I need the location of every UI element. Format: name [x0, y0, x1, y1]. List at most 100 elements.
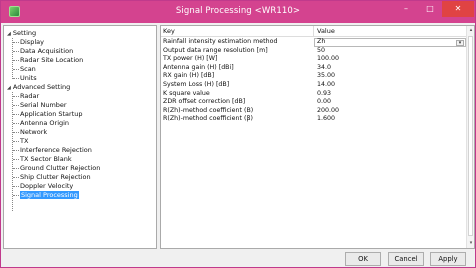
cancel-button[interactable]: Cancel: [388, 252, 424, 266]
tree-connector: [12, 92, 13, 211]
tree-connector: [13, 69, 19, 70]
tree-node-serial-number[interactable]: Serial Number: [20, 101, 67, 110]
tree-connector: [13, 177, 19, 178]
property-grid: Key Value Rainfall intensity estimation …: [160, 25, 475, 249]
tree-node-label: Units: [20, 74, 37, 82]
property-row[interactable]: TX power (H) [W] 100.00: [161, 55, 467, 64]
tree-node-ground-clutter-rejection[interactable]: Ground Clutter Rejection: [20, 164, 100, 173]
tree-connector: [13, 123, 19, 124]
tree-connector: [13, 105, 19, 106]
tree-node-scan[interactable]: Scan: [20, 65, 36, 74]
tree-connector: [13, 42, 19, 43]
column-divider[interactable]: [313, 26, 314, 37]
tree-node-label: Serial Number: [20, 101, 67, 109]
signal-processing-window: Signal Processing <WR110> – □ ✕ ◢ Setting…: [0, 0, 476, 268]
scroll-down-icon[interactable]: ▾: [467, 240, 474, 246]
dropdown-arrow-icon[interactable]: ▾: [456, 40, 464, 46]
collapse-arrow-icon[interactable]: ◢: [7, 31, 11, 37]
tree-node-label: Advanced Setting: [12, 83, 71, 91]
property-row[interactable]: R(Zh)-method coefficient (β) 1.600: [161, 115, 467, 124]
property-key: R(Zh)-method coefficient (β): [163, 115, 253, 123]
tree-node-display[interactable]: Display: [20, 38, 44, 47]
close-button[interactable]: ✕: [442, 1, 474, 17]
property-value[interactable]: Zh: [317, 38, 325, 47]
tree-node-label: Radar Site Location: [20, 56, 84, 64]
property-value[interactable]: 100.00: [317, 55, 339, 64]
tree-connector: [13, 60, 19, 61]
tree-node-signal-processing[interactable]: Signal Processing: [20, 191, 79, 200]
vertical-scrollbar[interactable]: ▴ ▾: [466, 26, 474, 248]
tree-node-label: Application Startup: [20, 110, 83, 118]
tree-node-radar-site-location[interactable]: Radar Site Location: [20, 56, 83, 65]
property-key: Antenna gain (H) [dBi]: [163, 63, 234, 71]
tree-connector: [12, 38, 13, 79]
tree-node-units[interactable]: Units: [20, 74, 37, 83]
property-value[interactable]: 200.00: [317, 107, 339, 116]
property-key: ZDR offset correction [dB]: [163, 98, 246, 106]
tree-node-interference-rejection[interactable]: Interference Rejection: [20, 146, 92, 155]
column-header-key[interactable]: Key: [163, 27, 175, 35]
tree-node-label: TX: [20, 137, 29, 145]
property-value[interactable]: 0.00: [317, 98, 331, 107]
tree-node-doppler-velocity[interactable]: Doppler Velocity: [20, 182, 73, 191]
minimize-button[interactable]: –: [394, 1, 418, 17]
tree-node-network[interactable]: Network: [20, 128, 47, 137]
tree-node-tx[interactable]: TX: [20, 137, 28, 146]
property-value[interactable]: 1.600: [317, 115, 335, 124]
tree-node-label: Scan: [20, 65, 36, 73]
tree-node-label: Data Acquisition: [20, 47, 74, 55]
scroll-thumb[interactable]: [468, 36, 473, 236]
tree-node-label: Network: [20, 128, 48, 136]
property-row[interactable]: Output data range resolution [m] 50: [161, 47, 467, 56]
property-key: TX power (H) [W]: [163, 55, 218, 63]
column-header-value[interactable]: Value: [317, 27, 335, 35]
tree-connector: [13, 150, 19, 151]
ok-button[interactable]: OK: [345, 252, 381, 266]
property-value[interactable]: 14.00: [317, 81, 335, 90]
collapse-arrow-icon[interactable]: ◢: [7, 85, 11, 91]
scroll-up-icon[interactable]: ▴: [467, 27, 474, 33]
property-value[interactable]: 50: [317, 47, 325, 56]
property-row[interactable]: Rainfall intensity estimation method ▾ Zh: [161, 38, 467, 47]
tree-connector: [13, 186, 19, 187]
tree-node-tx-sector-blank[interactable]: TX Sector Blank: [20, 155, 72, 164]
tree-node-label: Doppler Velocity: [20, 182, 74, 190]
tree-node-antenna-origin[interactable]: Antenna Origin: [20, 119, 69, 128]
settings-tree[interactable]: ◢ Setting Display Data Acquisition Radar Si…: [3, 25, 157, 249]
tree-node-ship-clutter-rejection[interactable]: Ship Clutter Rejection: [20, 173, 91, 182]
tree-node-application-startup[interactable]: Application Startup: [20, 110, 83, 119]
tree-node-label: Antenna Origin: [20, 119, 70, 127]
property-value[interactable]: 35.00: [317, 72, 335, 81]
tree-node-data-acquisition[interactable]: Data Acquisition: [20, 47, 73, 56]
title-bar[interactable]: Signal Processing <WR110> – □ ✕: [1, 1, 475, 23]
tree-node-label: Setting: [12, 29, 37, 37]
property-key: R(Zh)-method coefficient (B): [163, 106, 254, 114]
tree-connector: [13, 195, 19, 196]
maximize-button[interactable]: □: [418, 1, 442, 17]
tree-connector: [13, 168, 19, 169]
property-row[interactable]: RX gain (H) [dB] 35.00: [161, 72, 467, 81]
tree-node-advanced-setting[interactable]: ◢ Advanced Setting: [7, 83, 70, 92]
tree-node-label: Ground Clutter Rejection: [20, 164, 101, 172]
tree-connector: [13, 78, 19, 79]
property-value[interactable]: 34.0: [317, 64, 331, 73]
tree-node-label: Radar: [20, 92, 40, 100]
apply-button[interactable]: Apply: [430, 252, 466, 266]
tree-node-setting[interactable]: ◢ Setting: [7, 29, 36, 38]
property-row[interactable]: System Loss (H) [dB] 14.00: [161, 81, 467, 90]
property-key: Rainfall intensity estimation method: [163, 38, 278, 45]
tree-connector: [13, 141, 19, 142]
property-key: RX gain (H) [dB]: [163, 72, 215, 80]
tree-connector: [13, 51, 19, 52]
property-row[interactable]: R(Zh)-method coefficient (B) 200.00: [161, 107, 467, 116]
tree-node-label: TX Sector Blank: [20, 155, 72, 163]
property-value[interactable]: 0.93: [317, 90, 331, 99]
property-row[interactable]: Antenna gain (H) [dBi] 34.0: [161, 64, 467, 73]
tree-connector: [13, 132, 19, 133]
tree-node-label: Display: [20, 38, 44, 46]
property-row[interactable]: K square value 0.93: [161, 90, 467, 99]
property-key: K square value: [163, 89, 210, 97]
tree-node-label: Ship Clutter Rejection: [20, 173, 91, 181]
property-row[interactable]: ZDR offset correction [dB] 0.00: [161, 98, 467, 107]
tree-node-radar[interactable]: Radar: [20, 92, 39, 101]
